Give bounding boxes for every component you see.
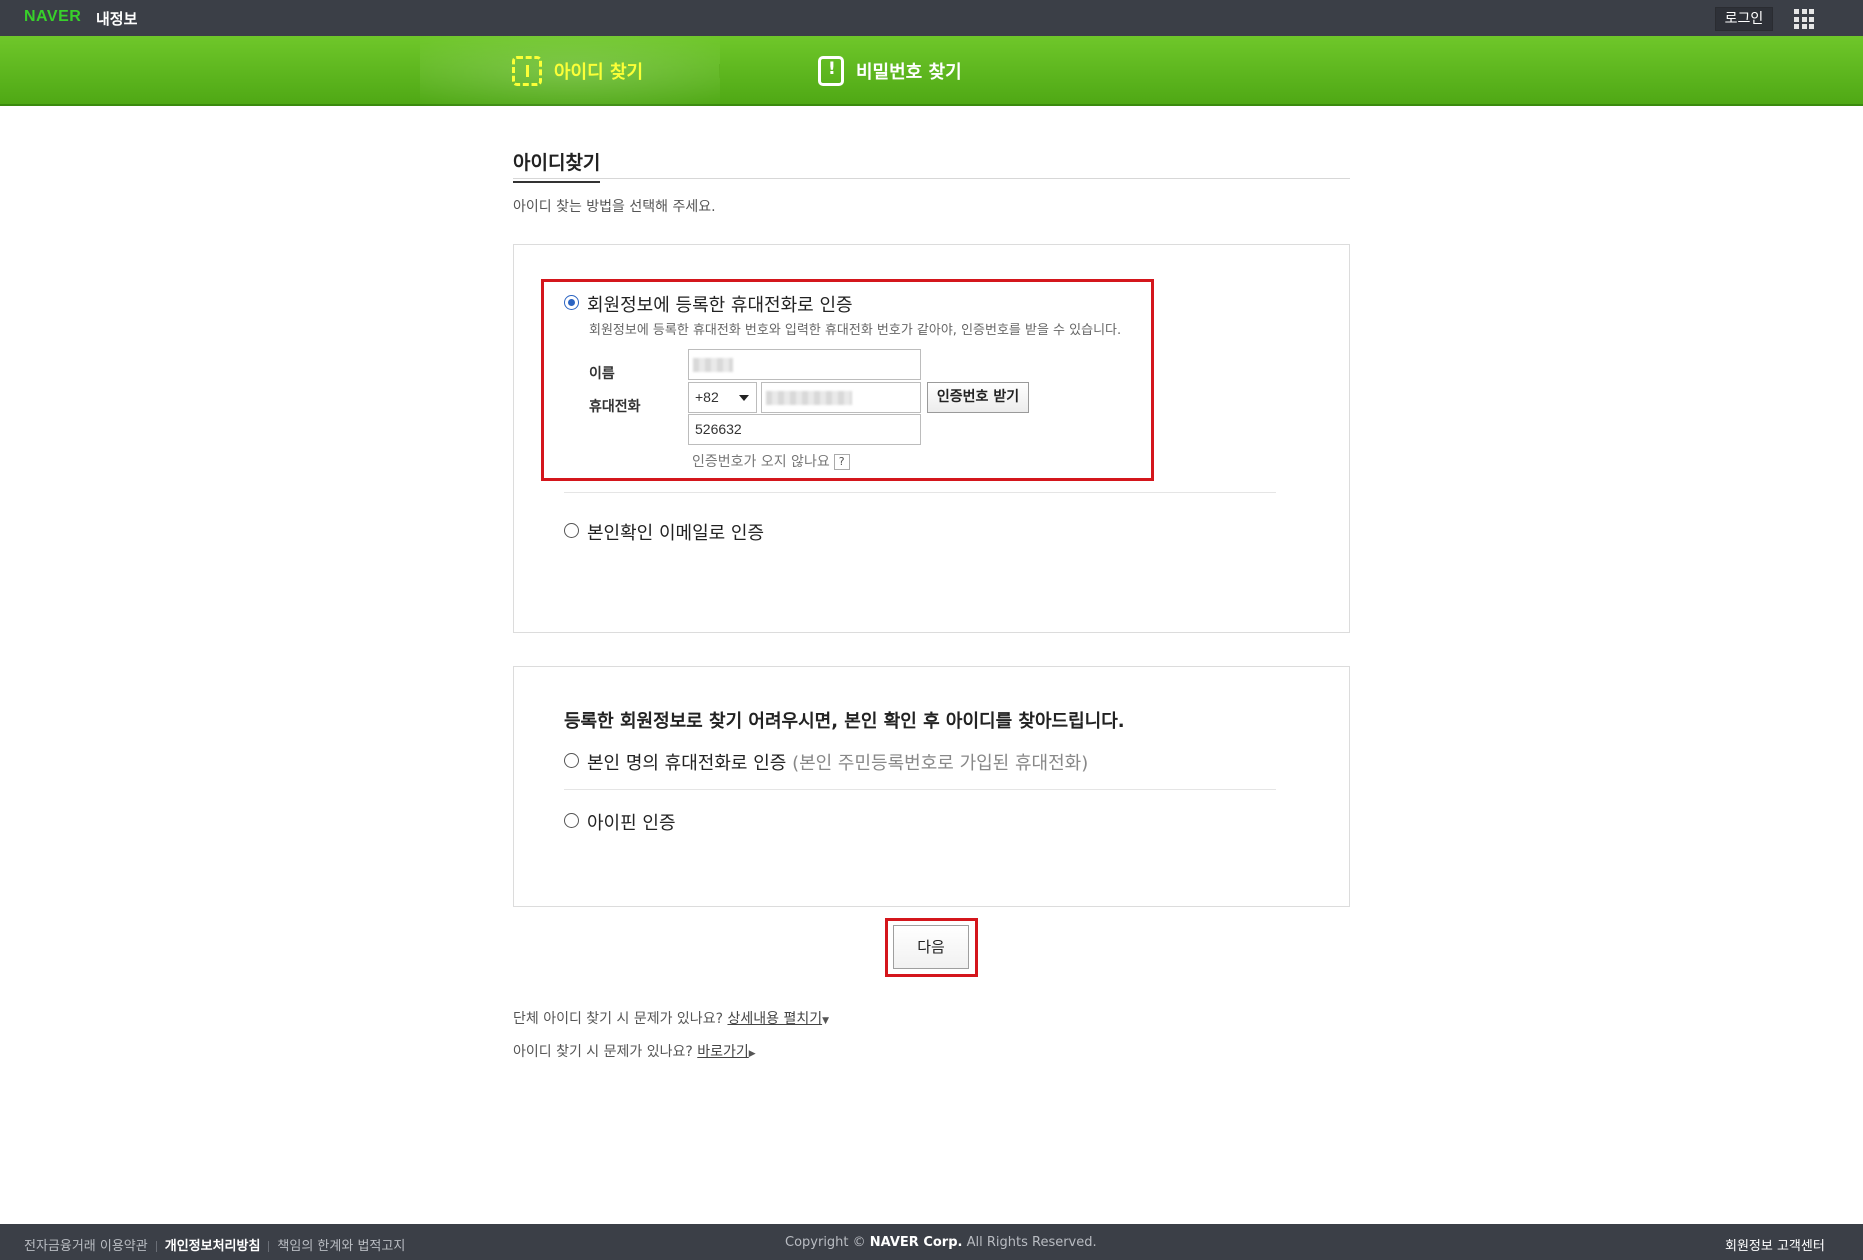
copyright-corp: NAVER Corp.	[869, 1235, 963, 1250]
name-input[interactable]	[688, 349, 921, 380]
tab-find-id[interactable]: 아이디 찾기	[512, 36, 643, 106]
footer: 전자금융거래 이용약관 개인정보처리방침 책임의 한계와 법적고지 Copyrigh…	[0, 1224, 1863, 1260]
find-nav: 아이디 찾기 비밀번호 찾기	[0, 36, 1863, 106]
top-bar: NAVER 내정보 로그인	[0, 0, 1863, 36]
alt-method-heading: 등록한 회원정보로 찾기 어려우시면, 본인 확인 후 아이디를 찾아드립니다.	[564, 711, 1125, 732]
email-auth-radio[interactable]	[564, 523, 579, 538]
triangle-down-icon: ▼	[822, 1016, 830, 1026]
email-auth-label[interactable]: 본인확인 이메일로 인증	[587, 519, 764, 545]
copyright: Copyright © NAVER Corp. All Rights Reser…	[785, 1235, 1097, 1250]
expand-details-link[interactable]: 상세내용 펼치기	[727, 1011, 822, 1027]
phone-number-input[interactable]	[761, 382, 921, 413]
own-phone-auth-radio[interactable]	[564, 753, 579, 768]
alt-method-box: 등록한 회원정보로 찾기 어려우시면, 본인 확인 후 아이디를 찾아드립니다.…	[513, 666, 1350, 907]
page-description: 아이디 찾는 방법을 선택해 주세요.	[513, 199, 716, 215]
option-divider	[564, 789, 1276, 790]
lock-alert-icon	[818, 56, 844, 86]
id-find-icon	[512, 56, 542, 86]
service-name[interactable]: 내정보	[96, 8, 137, 29]
ipin-auth-radio[interactable]	[564, 813, 579, 828]
login-button[interactable]: 로그인	[1715, 7, 1773, 31]
option-divider	[564, 492, 1276, 493]
title-divider	[513, 178, 1350, 179]
group-id-help: 단체 아이디 찾기 시 문제가 있나요? 상세내용 펼치기▼	[513, 1008, 829, 1028]
footer-links: 전자금융거래 이용약관 개인정보처리방침 책임의 한계와 법적고지	[24, 1235, 405, 1254]
name-label: 이름	[589, 366, 615, 382]
phone-auth-radio[interactable]	[564, 295, 579, 310]
nav-divider	[719, 64, 720, 78]
footer-link-privacy-policy[interactable]: 개인정보처리방침	[165, 1239, 261, 1254]
id-find-help: 아이디 찾기 시 문제가 있나요? 바로가기▶	[513, 1041, 756, 1061]
phone-auth-label[interactable]: 회원정보에 등록한 휴대전화로 인증	[587, 291, 853, 317]
footer-separator	[268, 1241, 270, 1252]
copyright-suffix: All Rights Reserved.	[966, 1235, 1097, 1250]
triangle-right-icon: ▶	[748, 1049, 756, 1059]
footer-link-efinance-terms[interactable]: 전자금융거래 이용약관	[24, 1239, 148, 1254]
grid-menu-icon[interactable]	[1794, 9, 1814, 29]
country-code-value: +82	[695, 389, 719, 405]
masked-name	[693, 358, 733, 372]
phone-auth-description: 회원정보에 등록한 휴대전화 번호와 입력한 휴대전화 번호가 같아야, 인증번…	[589, 323, 1122, 338]
own-phone-auth-label[interactable]: 본인 명의 휴대전화로 인증 (본인 주민등록번호로 가입된 휴대전화)	[587, 749, 1088, 775]
method-box: 회원정보에 등록한 휴대전화로 인증 회원정보에 등록한 휴대전화 번호와 입력…	[513, 244, 1350, 633]
shortcut-link[interactable]: 바로가기	[697, 1044, 749, 1060]
tab-find-id-label: 아이디 찾기	[554, 62, 644, 83]
question-icon[interactable]: ?	[833, 454, 850, 470]
ipin-auth-label[interactable]: 아이핀 인증	[587, 809, 676, 835]
copyright-prefix: Copyright ©	[785, 1235, 866, 1250]
country-code-select[interactable]: +82	[688, 382, 757, 413]
tab-find-password[interactable]: 비밀번호 찾기	[818, 36, 962, 106]
tab-find-password-label: 비밀번호 찾기	[856, 62, 962, 83]
naver-logo[interactable]: NAVER	[24, 8, 81, 26]
id-find-question: 아이디 찾기 시 문제가 있나요?	[513, 1044, 693, 1060]
own-phone-auth-sub: (본인 주민등록번호로 가입된 휴대전화)	[792, 753, 1089, 774]
chevron-down-icon	[739, 395, 749, 401]
group-id-question: 단체 아이디 찾기 시 문제가 있나요?	[513, 1011, 724, 1027]
masked-phone	[766, 391, 852, 405]
footer-link-legal-notice[interactable]: 책임의 한계와 법적고지	[277, 1239, 405, 1254]
phone-label: 휴대전화	[589, 399, 641, 415]
own-phone-auth-text: 본인 명의 휴대전화로 인증	[587, 753, 787, 774]
next-button[interactable]: 다음	[893, 925, 969, 969]
no-auth-code-text: 인증번호가 오지 않나요	[692, 454, 830, 470]
no-auth-code-help[interactable]: 인증번호가 오지 않나요?	[692, 451, 850, 471]
get-auth-code-button[interactable]: 인증번호 받기	[927, 382, 1029, 413]
customer-center-link[interactable]: 회원정보 고객센터	[1725, 1235, 1825, 1254]
auth-code-input[interactable]: 526632	[688, 414, 921, 445]
footer-separator	[155, 1241, 157, 1252]
